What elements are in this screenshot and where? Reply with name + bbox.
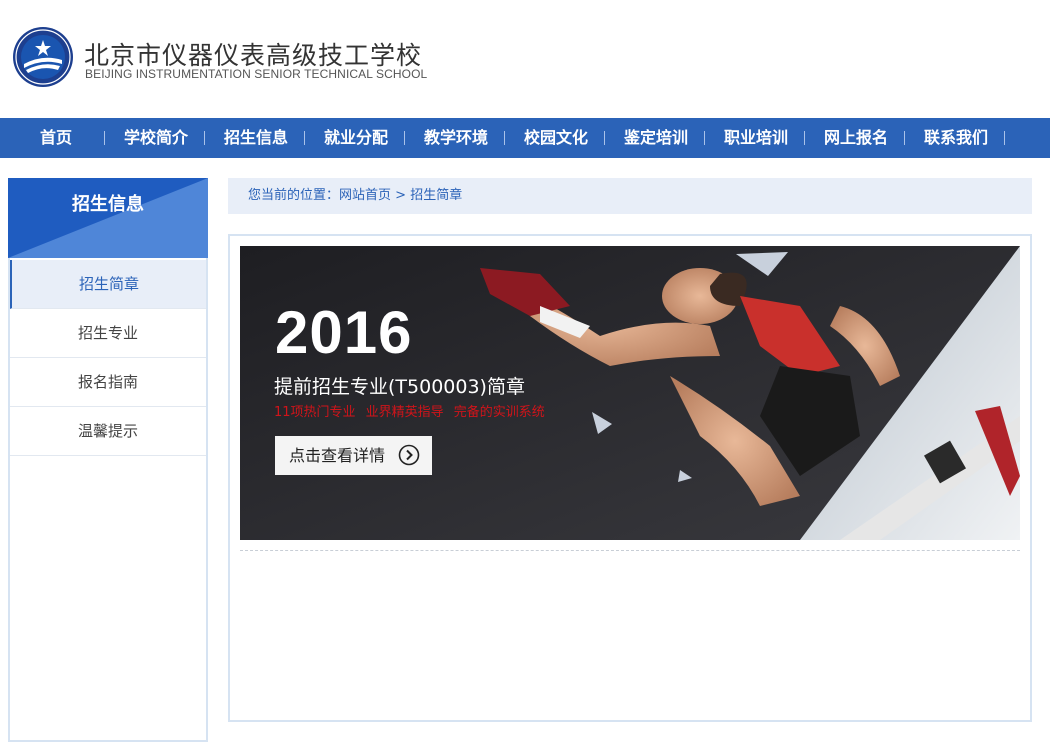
view-details-label: 点击查看详情 xyxy=(289,446,386,465)
sidebar-header: 招生信息 xyxy=(8,178,208,258)
site-header: 北京市仪器仪表高级技工学校 BEIJING INSTRUMENTATION SE… xyxy=(0,0,1050,118)
nav-divider xyxy=(304,131,305,145)
nav-divider xyxy=(804,131,805,145)
breadcrumb-separator: > xyxy=(391,188,411,203)
nav-item-signup[interactable]: 网上报名 xyxy=(824,118,888,158)
banner-year: 2016 xyxy=(275,299,413,366)
nav-item-culture[interactable]: 校园文化 xyxy=(524,118,588,158)
nav-divider xyxy=(504,131,505,145)
school-logo-icon[interactable] xyxy=(12,26,74,88)
sidebar: 招生信息 招生简章 招生专业 报名指南 温馨提示 xyxy=(8,178,208,742)
nav-item-home[interactable]: 首页 xyxy=(40,118,72,158)
content-divider xyxy=(240,550,1020,551)
nav-item-about[interactable]: 学校简介 xyxy=(124,118,188,158)
sidebar-item-admission-guide[interactable]: 招生简章 xyxy=(10,260,206,309)
nav-item-contact[interactable]: 联系我们 xyxy=(924,118,988,158)
nav-divider xyxy=(204,131,205,145)
nav-item-vocational[interactable]: 职业培训 xyxy=(724,118,788,158)
sidebar-item-majors[interactable]: 招生专业 xyxy=(10,309,206,358)
banner-tags: 11项热门专业 业界精英指导 完备的实训系统 xyxy=(274,405,545,420)
sidebar-item-tips[interactable]: 温馨提示 xyxy=(10,407,206,456)
nav-item-appraisal[interactable]: 鉴定培训 xyxy=(624,118,688,158)
breadcrumb-current[interactable]: 招生简章 xyxy=(410,188,462,203)
content-panel: 2016 提前招生专业(T500003)简章 11项热门专业 业界精英指导 完备… xyxy=(228,234,1032,722)
nav-item-admissions[interactable]: 招生信息 xyxy=(224,118,288,158)
nav-divider xyxy=(904,131,905,145)
banner-subtitle: 提前招生专业(T500003)简章 xyxy=(274,376,525,398)
breadcrumb-home-link[interactable]: 网站首页 xyxy=(339,188,391,203)
breadcrumb-prefix: 您当前的位置： xyxy=(248,188,340,203)
school-name-en: BEIJING INSTRUMENTATION SENIOR TECHNICAL… xyxy=(85,67,428,81)
nav-item-employment[interactable]: 就业分配 xyxy=(324,118,388,158)
nav-item-teaching[interactable]: 教学环境 xyxy=(424,118,488,158)
view-details-button[interactable]: 点击查看详情 xyxy=(275,436,432,475)
main-nav: 首页 学校简介 招生信息 就业分配 教学环境 校园文化 鉴定培训 职业培训 网上… xyxy=(0,118,1050,158)
nav-divider xyxy=(604,131,605,145)
circle-arrow-right-icon xyxy=(398,444,420,466)
sidebar-title: 招生信息 xyxy=(72,194,144,215)
admission-banner[interactable]: 2016 提前招生专业(T500003)简章 11项热门专业 业界精英指导 完备… xyxy=(240,246,1020,540)
breadcrumb: 您当前的位置：网站首页 > 招生简章 xyxy=(228,178,1032,214)
nav-divider xyxy=(104,131,105,145)
nav-divider xyxy=(404,131,405,145)
nav-divider xyxy=(704,131,705,145)
sidebar-item-registration-guide[interactable]: 报名指南 xyxy=(10,358,206,407)
nav-divider xyxy=(1004,131,1005,145)
